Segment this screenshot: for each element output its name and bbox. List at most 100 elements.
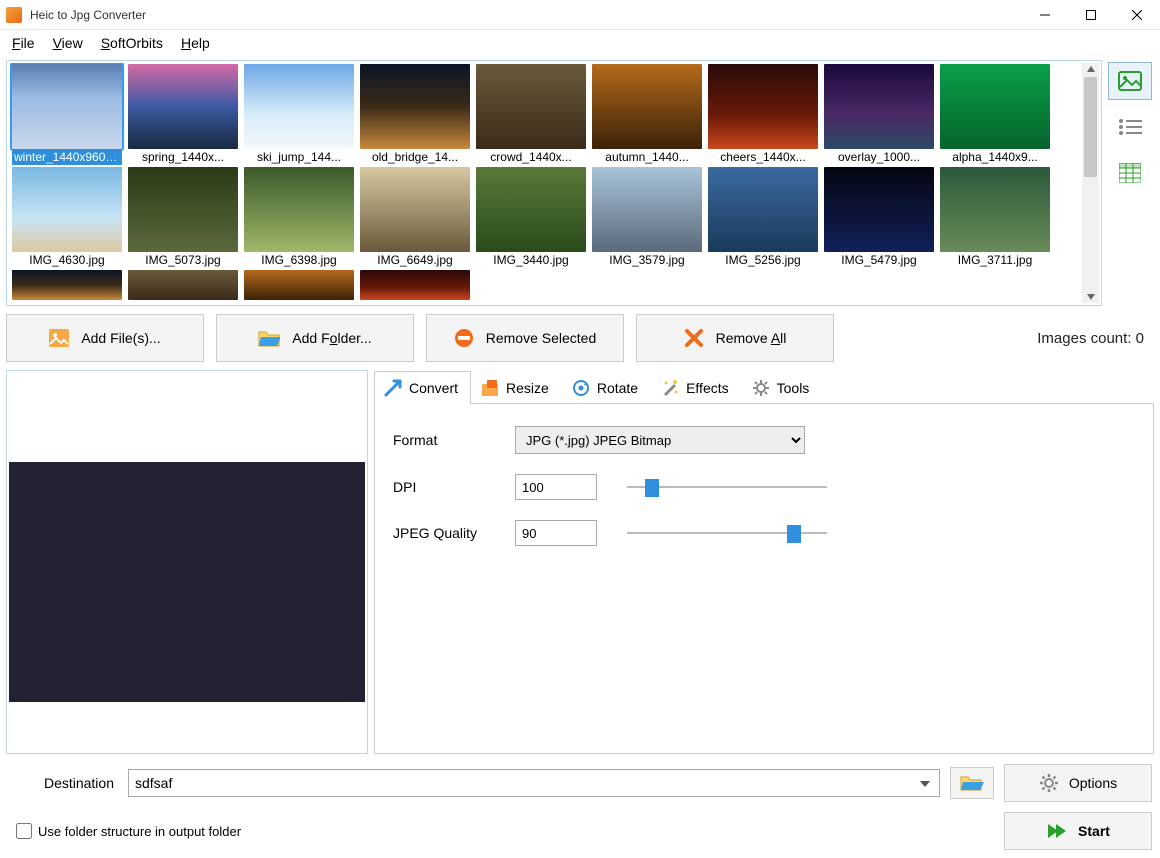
gallery-inner: winter_1440x960.heicspring_1440x... ski_j… xyxy=(9,63,1082,303)
menu-file[interactable]: File xyxy=(4,33,43,53)
format-select[interactable]: JPG (*.jpg) JPEG Bitmap xyxy=(515,426,805,454)
grid-icon xyxy=(1119,163,1141,183)
thumbnail-item[interactable]: ski_jump_144... xyxy=(243,64,355,165)
thumbnail-caption: old_bridge_14... xyxy=(360,149,470,165)
remove-icon xyxy=(454,328,474,348)
remove-all-label: Remove All xyxy=(716,330,787,346)
thumbnail-item[interactable]: IMG_6398.jpg xyxy=(243,167,355,268)
thumbnail-image xyxy=(476,64,586,149)
thumbnail-item[interactable]: overlay_1000... xyxy=(823,64,935,165)
options-button[interactable]: Options xyxy=(1004,764,1152,802)
preview-pane xyxy=(6,370,368,754)
minimize-button[interactable] xyxy=(1022,0,1068,30)
thumbnail-item[interactable]: autumn_1440... xyxy=(591,64,703,165)
tab-effects[interactable]: Effects xyxy=(651,371,742,404)
view-list-button[interactable] xyxy=(1108,108,1152,146)
maximize-button[interactable] xyxy=(1068,0,1114,30)
scroll-down-icon[interactable] xyxy=(1086,293,1096,301)
menu-softorbits[interactable]: SoftOrbits xyxy=(93,33,171,53)
thumbnail-item[interactable]: spring_1440x... xyxy=(127,64,239,165)
browse-button[interactable] xyxy=(950,767,994,799)
thumbnail-image xyxy=(128,64,238,149)
thumbnail-item[interactable] xyxy=(243,270,355,300)
quality-slider[interactable] xyxy=(627,523,827,543)
thumbnail-item[interactable] xyxy=(359,270,471,300)
tools-icon xyxy=(751,378,771,398)
format-row: Format JPG (*.jpg) JPEG Bitmap xyxy=(393,426,1137,454)
close-button[interactable] xyxy=(1114,0,1160,30)
thumbnail-item[interactable]: IMG_3440.jpg xyxy=(475,167,587,268)
tab-rotate[interactable]: Rotate xyxy=(562,371,651,404)
thumbnail-gallery: winter_1440x960.heicspring_1440x... ski_j… xyxy=(6,60,1102,306)
gallery-scrollbar[interactable] xyxy=(1082,63,1099,303)
app-icon xyxy=(6,7,22,23)
thumbnail-item[interactable]: IMG_3711.jpg xyxy=(939,167,1051,268)
start-button[interactable]: Start xyxy=(1004,812,1152,850)
thumbnail-item[interactable]: IMG_6649.jpg xyxy=(359,167,471,268)
tab-resize-label: Resize xyxy=(506,380,549,396)
view-thumbnails-button[interactable] xyxy=(1108,62,1152,100)
dpi-slider[interactable] xyxy=(627,477,827,497)
image-icon xyxy=(49,329,69,347)
folder-structure-checkbox[interactable] xyxy=(16,823,32,839)
thumbnail-caption: IMG_6398.jpg xyxy=(244,252,354,268)
dpi-input[interactable] xyxy=(515,474,597,500)
tab-convert[interactable]: Convert xyxy=(374,371,471,404)
thumbnail-item[interactable] xyxy=(127,270,239,300)
dpi-slider-thumb[interactable] xyxy=(645,479,659,497)
scroll-up-icon[interactable] xyxy=(1086,65,1096,73)
thumbnail-item[interactable]: IMG_4630.jpg xyxy=(11,167,123,268)
thumbnail-item[interactable]: cheers_1440x... xyxy=(707,64,819,165)
folder-structure-checkbox-row: Use folder structure in output folder xyxy=(8,823,241,839)
quality-slider-thumb[interactable] xyxy=(787,525,801,543)
destination-combo[interactable]: sdfsaf xyxy=(128,769,940,797)
thumbnail-image xyxy=(940,64,1050,149)
thumbnails-icon xyxy=(1118,71,1142,91)
window-title: Heic to Jpg Converter xyxy=(30,8,1022,22)
remove-selected-button[interactable]: Remove Selected xyxy=(426,314,624,362)
convert-icon xyxy=(383,378,403,398)
thumbnail-image xyxy=(592,64,702,149)
thumbnail-item[interactable]: IMG_5479.jpg xyxy=(823,167,935,268)
thumbnail-item[interactable]: old_bridge_14... xyxy=(359,64,471,165)
thumbnail-caption: ski_jump_144... xyxy=(244,149,354,165)
thumbnail-image xyxy=(244,64,354,149)
thumbnail-caption: cheers_1440x... xyxy=(708,149,818,165)
thumbnail-item[interactable]: IMG_5073.jpg xyxy=(127,167,239,268)
thumbnail-item[interactable]: alpha_1440x9... xyxy=(939,64,1051,165)
tab-tools[interactable]: Tools xyxy=(742,371,823,404)
folder-structure-label: Use folder structure in output folder xyxy=(38,824,241,839)
tab-resize[interactable]: Resize xyxy=(471,371,562,404)
thumbnail-item[interactable]: IMG_3579.jpg xyxy=(591,167,703,268)
dpi-label: DPI xyxy=(393,479,505,495)
thumbnail-item[interactable] xyxy=(11,270,123,300)
quality-label: JPEG Quality xyxy=(393,525,505,541)
quality-input[interactable] xyxy=(515,520,597,546)
preview-image xyxy=(9,462,365,702)
menu-bar: File View SoftOrbits Help xyxy=(0,30,1160,56)
scroll-thumb[interactable] xyxy=(1084,77,1097,177)
destination-value: sdfsaf xyxy=(135,775,172,791)
rotate-icon xyxy=(571,378,591,398)
thumbnail-item[interactable]: winter_1440x960.heic xyxy=(11,64,123,165)
add-files-button[interactable]: Add File(s)... xyxy=(6,314,204,362)
view-details-button[interactable] xyxy=(1108,154,1152,192)
thumbnail-item[interactable]: crowd_1440x... xyxy=(475,64,587,165)
thumbnail-image xyxy=(360,270,470,300)
add-folder-button[interactable]: Add Folder... xyxy=(216,314,414,362)
thumbnail-image xyxy=(476,167,586,252)
thumbnail-caption: alpha_1440x9... xyxy=(940,149,1050,165)
thumbnail-image xyxy=(708,64,818,149)
add-files-label: Add File(s)... xyxy=(81,330,160,346)
remove-all-button[interactable]: Remove All xyxy=(636,314,834,362)
chevron-down-icon[interactable] xyxy=(915,774,935,794)
menu-help[interactable]: Help xyxy=(173,33,218,53)
menu-view[interactable]: View xyxy=(45,33,91,53)
thumbnail-image xyxy=(244,167,354,252)
thumbnail-item[interactable]: IMG_5256.jpg xyxy=(707,167,819,268)
gallery-row: winter_1440x960.heicspring_1440x... ski_j… xyxy=(6,60,1154,306)
thumbnail-caption: IMG_5073.jpg xyxy=(128,252,238,268)
tab-rotate-label: Rotate xyxy=(597,380,638,396)
tab-convert-content: Format JPG (*.jpg) JPEG Bitmap DPI JPEG … xyxy=(374,404,1154,754)
start-icon xyxy=(1046,822,1068,840)
